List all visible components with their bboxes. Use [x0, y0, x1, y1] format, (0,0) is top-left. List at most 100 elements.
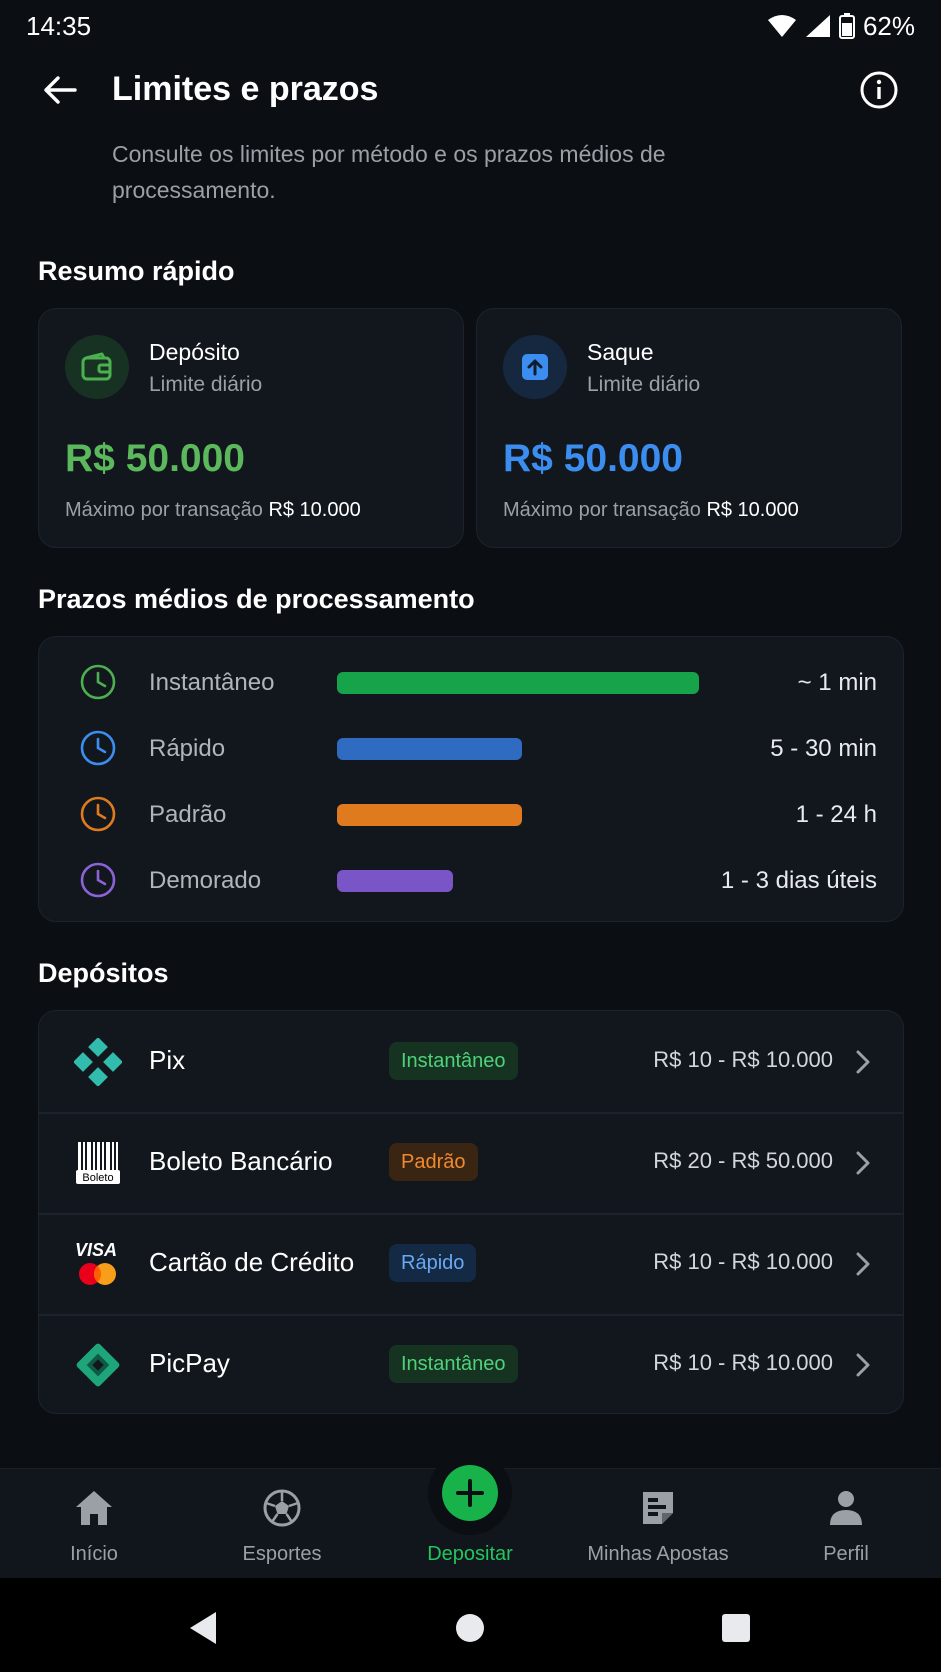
clock-icon [80, 862, 116, 898]
nav-my-bets[interactable]: Minhas Apostas [564, 1469, 752, 1579]
time-bar [337, 672, 699, 694]
nav-sports[interactable]: Esportes [188, 1469, 376, 1579]
wifi-icon [767, 15, 796, 37]
bottom-navigation: Início Esportes Depositar Minhas Apostas… [0, 1465, 941, 1579]
deposit-method-credit-card[interactable]: VISA Cartão de Crédito Rápido R$ 10 - R$… [39, 1213, 903, 1314]
picpay-icon [73, 1340, 123, 1390]
deposit-range: R$ 20 - R$ 50.000 [653, 1148, 833, 1173]
withdraw-limit-label: Limite diário [587, 373, 701, 396]
deposit-range: R$ 10 - R$ 10.000 [653, 1350, 833, 1375]
status-time: 14:35 [26, 10, 92, 41]
divider [39, 1213, 903, 1215]
time-label: Padrão [149, 801, 227, 828]
deposit-methods-list: Pix Instantâneo R$ 10 - R$ 10.000 Boleto… [38, 1010, 904, 1414]
time-label: Rápido [149, 735, 226, 762]
system-recents-icon[interactable] [716, 1608, 756, 1648]
home-icon [73, 1487, 115, 1529]
deposit-range: R$ 10 - R$ 10.000 [653, 1249, 833, 1274]
app-header: Limites e prazos [0, 58, 941, 122]
summary-title: Resumo rápido [38, 256, 235, 286]
upload-icon [503, 335, 567, 399]
deposit-max-value: R$ 10.000 [268, 499, 361, 521]
nav-label: Minhas Apostas [587, 1543, 729, 1565]
back-button[interactable] [36, 70, 84, 110]
time-bar [337, 804, 522, 826]
page-subtitle: Consulte os limites por método e os praz… [112, 141, 666, 203]
deposit-method-name: PicPay [149, 1348, 230, 1378]
time-row-standard: Padrão 1 - 24 h [39, 789, 905, 839]
nav-home[interactable]: Início [0, 1469, 188, 1579]
svg-text:VISA: VISA [75, 1240, 117, 1260]
plus-icon [442, 1465, 498, 1521]
withdraw-max-transaction: Máximo por transação R$ 10.000 [503, 499, 799, 522]
processing-title: Prazos médios de processamento [38, 584, 475, 614]
bet-slip-icon [637, 1487, 679, 1529]
nav-deposit[interactable]: Depositar [376, 1465, 564, 1579]
status-icons: 62% [767, 11, 915, 42]
speed-badge: Padrão [389, 1143, 478, 1181]
status-bar: 14:35 62% [0, 0, 941, 52]
page-title: Limites e prazos [112, 70, 379, 108]
time-label: Demorado [149, 867, 262, 894]
system-back-icon[interactable] [186, 1608, 226, 1648]
nav-label: Início [70, 1543, 118, 1565]
time-value: 1 - 24 h [795, 801, 877, 828]
deposit-method-name: Pix [149, 1045, 186, 1075]
speed-badge: Instantâneo [389, 1042, 518, 1080]
withdraw-amount: R$ 50.000 [503, 437, 683, 480]
deposit-method-pix[interactable]: Pix Instantâneo R$ 10 - R$ 10.000 [39, 1011, 903, 1112]
deposit-method-name: Boleto Bancário [149, 1146, 333, 1176]
chevron-right-icon [856, 1151, 870, 1175]
deposit-summary-card: Depósito Limite diário R$ 50.000 Máximo … [38, 308, 464, 548]
info-button[interactable] [857, 68, 901, 112]
deposit-method-boleto[interactable]: Boleto Boleto Bancário Padrão R$ 20 - R$… [39, 1112, 903, 1213]
time-bar [337, 738, 522, 760]
nav-label: Esportes [242, 1543, 322, 1565]
divider [39, 1112, 903, 1114]
clock-icon [80, 664, 116, 700]
chevron-right-icon [856, 1050, 870, 1074]
clock-icon [80, 730, 116, 766]
withdraw-max-value: R$ 10.000 [706, 499, 799, 521]
nav-label: Depositar [427, 1543, 513, 1565]
time-bar [337, 870, 453, 892]
deposit-max-transaction: Máximo por transação R$ 10.000 [65, 499, 361, 522]
deposit-limit-label: Limite diário [149, 373, 263, 396]
chevron-right-icon [856, 1252, 870, 1276]
signal-icon [805, 15, 830, 37]
time-value: 5 - 30 min [770, 735, 877, 762]
system-navigation-bar [0, 1578, 941, 1672]
deposit-max-label: Máximo por transação [65, 499, 263, 521]
pix-icon [73, 1037, 123, 1087]
time-label: Instantâneo [149, 669, 275, 696]
system-home-icon[interactable] [450, 1608, 490, 1648]
deposit-amount: R$ 50.000 [65, 437, 245, 480]
battery-icon [838, 13, 855, 39]
info-icon [860, 71, 898, 109]
processing-times-card: Instantâneo ~ 1 min Rápido 5 - 30 min Pa… [38, 636, 904, 922]
arrow-left-icon [44, 76, 77, 104]
speed-badge: Instantâneo [389, 1345, 518, 1383]
svg-text:Boleto: Boleto [82, 1172, 113, 1184]
withdraw-max-label: Máximo por transação [503, 499, 701, 521]
deposit-method-picpay[interactable]: PicPay Instantâneo R$ 10 - R$ 10.000 [39, 1314, 903, 1413]
divider [39, 1314, 903, 1316]
deposit-title: Depósito [149, 339, 240, 365]
boleto-icon: Boleto [73, 1138, 123, 1188]
wallet-icon [65, 335, 129, 399]
withdraw-summary-card: Saque Limite diário R$ 50.000 Máximo por… [476, 308, 902, 548]
user-icon [825, 1487, 867, 1529]
soccer-ball-icon [261, 1487, 303, 1529]
deposit-method-name: Cartão de Crédito [149, 1247, 355, 1277]
nav-profile[interactable]: Perfil [752, 1469, 940, 1579]
time-row-slow: Demorado 1 - 3 dias úteis [39, 855, 905, 905]
time-row-fast: Rápido 5 - 30 min [39, 723, 905, 773]
time-row-instant: Instantâneo ~ 1 min [39, 657, 905, 707]
time-value: 1 - 3 dias úteis [720, 867, 877, 894]
chevron-right-icon [856, 1353, 870, 1377]
deposits-title: Depósitos [38, 958, 169, 988]
deposit-range: R$ 10 - R$ 10.000 [653, 1047, 833, 1072]
withdraw-title: Saque [587, 339, 654, 365]
card-brand-icon: VISA [73, 1239, 123, 1289]
time-value: ~ 1 min [797, 669, 877, 696]
